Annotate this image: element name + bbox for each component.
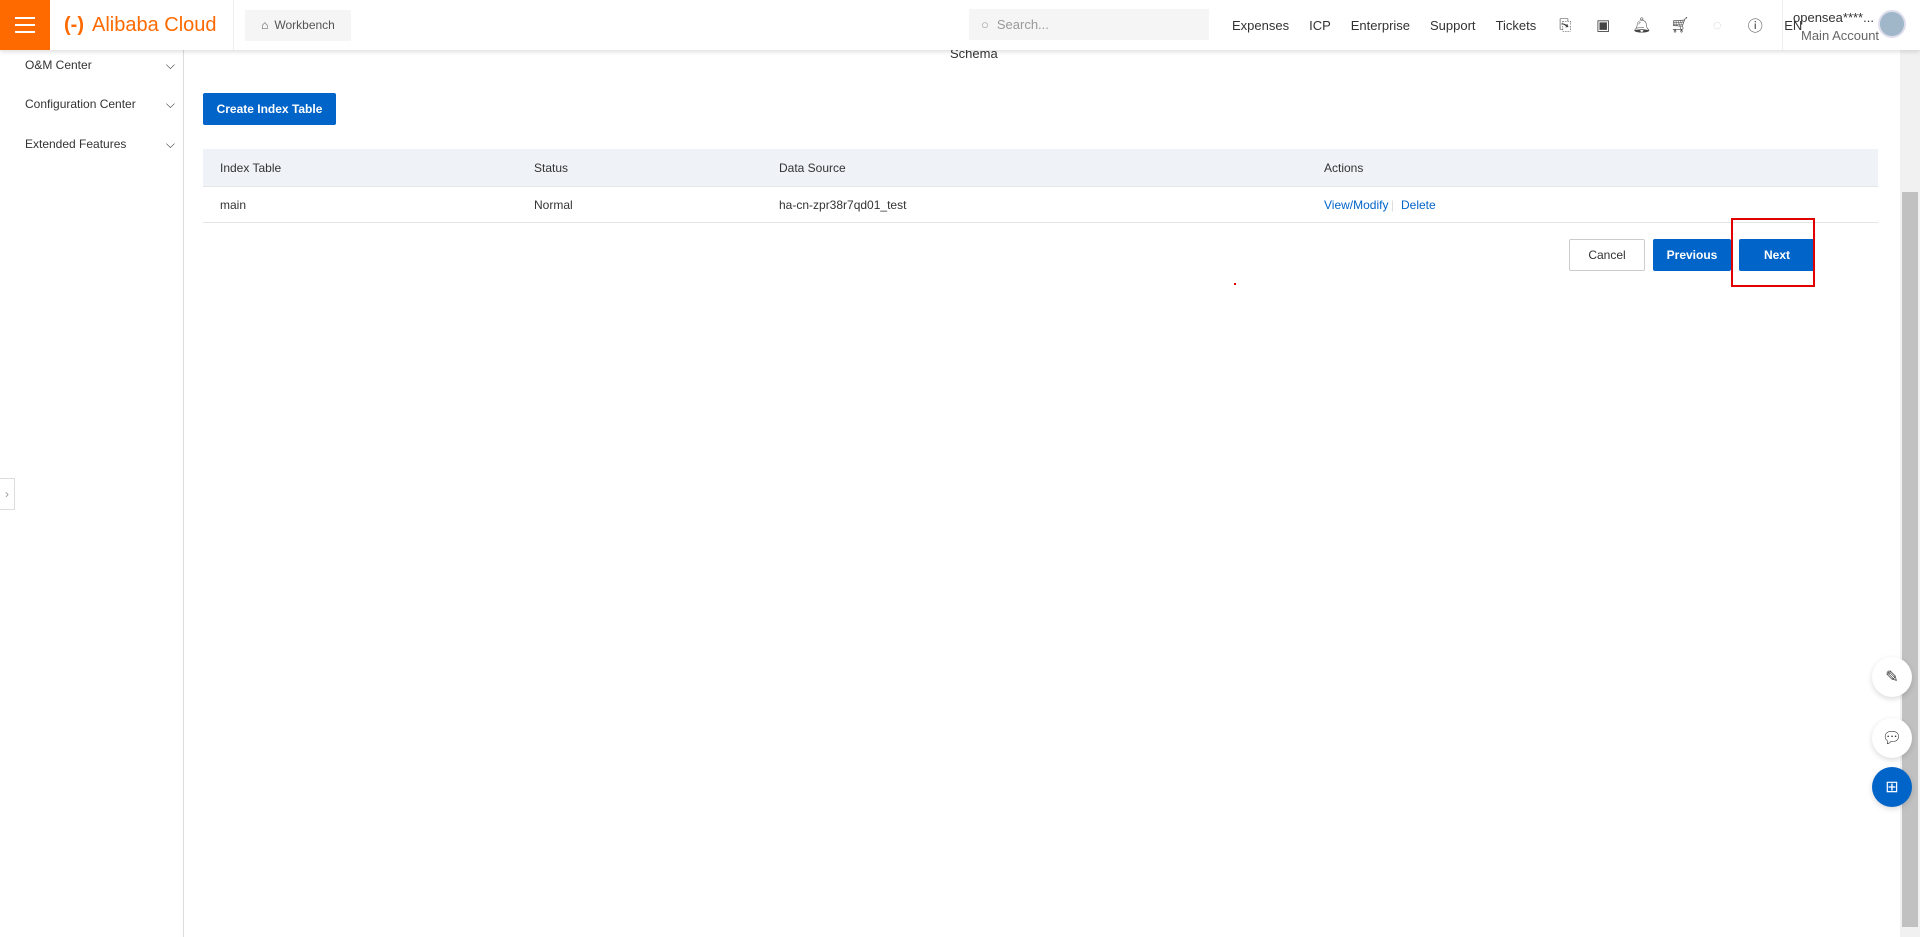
workbench-button[interactable]: ⌂ Workbench (245, 9, 351, 41)
create-index-table-button[interactable]: Create Index Table (203, 93, 336, 125)
sidebar-expand-toggle[interactable]: › (0, 478, 15, 510)
index-table-list: Index Table Status Data Source Actions m… (203, 149, 1878, 223)
menu-button[interactable] (0, 0, 50, 50)
help-icon[interactable]: ⓘ (1746, 15, 1764, 36)
sidebar-item-extended-features[interactable]: Extended Features ⌵ (25, 137, 175, 152)
previous-button[interactable]: Previous (1653, 239, 1731, 271)
cursor-dot (1234, 283, 1236, 285)
search-input[interactable]: ○ Search... (969, 9, 1209, 40)
nav-tickets[interactable]: Tickets (1496, 18, 1537, 33)
chevron-down-icon: ⌵ (165, 58, 175, 72)
chevron-down-icon: ⌵ (165, 97, 175, 111)
search-icon: ○ (981, 17, 989, 32)
nav-expenses[interactable]: Expenses (1232, 18, 1289, 33)
bell-icon[interactable]: 🔔︎ (1632, 16, 1651, 34)
terminal-icon[interactable]: ▣ (1594, 16, 1612, 34)
delete-link[interactable]: Delete (1401, 198, 1436, 212)
chat-button[interactable]: 💬︎ (1872, 718, 1912, 758)
nav-enterprise[interactable]: Enterprise (1351, 18, 1410, 33)
main-content: Schema Create Index Table Index Table St… (184, 46, 1900, 937)
divider: | (1391, 197, 1395, 212)
chat-icon: 💬︎ (1881, 730, 1903, 747)
highlight-box (1731, 218, 1815, 287)
nav-icp[interactable]: ICP (1309, 18, 1331, 33)
top-bar: (-) Alibaba Cloud ⌂ Workbench ○ Search... E… (0, 0, 1920, 50)
table-row: main Normal ha-cn-zpr38r7qd01_test View/… (203, 187, 1878, 223)
scrollbar-thumb[interactable] (1902, 192, 1918, 927)
pencil-icon: ✎ (1885, 669, 1899, 686)
edit-feedback-button[interactable]: ✎ (1872, 657, 1912, 697)
home-icon: ⌂ (261, 18, 269, 32)
alibaba-logo-icon: (-) (64, 13, 84, 36)
scrollbar[interactable] (1900, 50, 1920, 937)
view-modify-link[interactable]: View/Modify (1324, 198, 1388, 212)
cancel-button[interactable]: Cancel (1569, 239, 1645, 271)
chevron-down-icon: ⌵ (165, 137, 175, 151)
table-header: Index Table Status Data Source Actions (203, 149, 1878, 187)
sidebar-item-configuration-center[interactable]: Configuration Center ⌵ (25, 97, 175, 112)
sidebar: O&M Center ⌵ Configuration Center ⌵ Extend… (0, 50, 184, 937)
api-icon[interactable]: ⎘ (1556, 17, 1574, 34)
logo[interactable]: (-) Alibaba Cloud (64, 0, 234, 50)
avatar[interactable] (1878, 10, 1906, 38)
apps-button[interactable]: ⊞ (1872, 767, 1912, 807)
sidebar-item-om-center[interactable]: O&M Center ⌵ (25, 58, 175, 73)
user-menu[interactable]: opensea****... Main Account (1782, 0, 1906, 50)
lightbulb-icon[interactable]: ◌ (1708, 17, 1726, 34)
nav-support[interactable]: Support (1430, 18, 1476, 33)
cart-icon[interactable]: 🛒︎ (1670, 16, 1689, 34)
apps-icon: ⊞ (1885, 779, 1899, 796)
